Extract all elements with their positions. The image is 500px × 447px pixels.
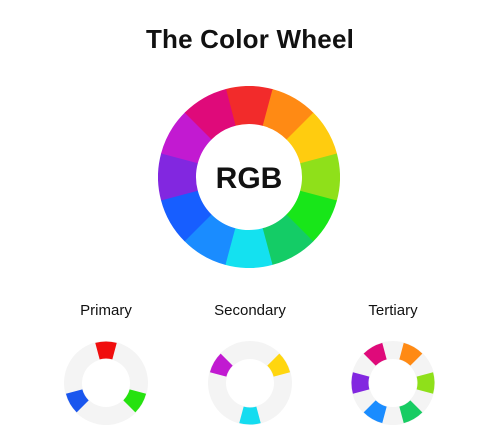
tertiary-wheel (351, 341, 435, 425)
secondary-wheel (208, 341, 292, 425)
tertiary-label: Tertiary (368, 302, 418, 319)
primary-label: Primary (80, 302, 132, 319)
secondary-label: Secondary (214, 302, 286, 319)
page-title: The Color Wheel (145, 24, 355, 54)
wheel-center-label: RGB (216, 162, 283, 195)
primary-wheel (64, 341, 148, 425)
main-color-wheel: RGB (158, 86, 340, 268)
